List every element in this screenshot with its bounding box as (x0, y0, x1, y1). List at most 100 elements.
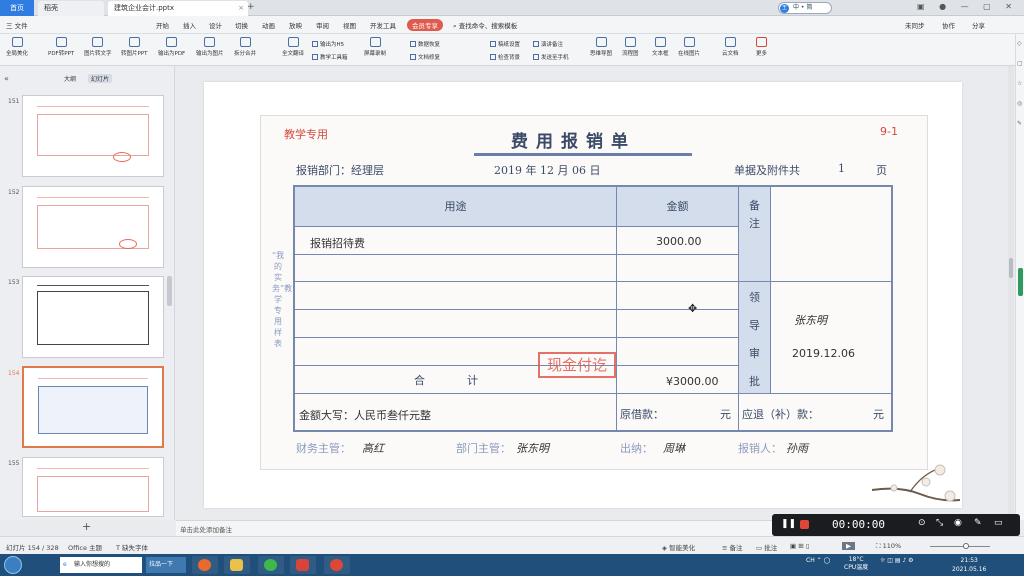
paper-setup-label: 稿纸设置 (498, 42, 521, 48)
menu-member[interactable]: 会员专享 (407, 19, 443, 31)
add-slide-button[interactable]: + (82, 520, 91, 533)
global-beautify-button[interactable]: 全局美化 (6, 37, 28, 57)
split-merge-button[interactable]: 拆分合并 (234, 37, 256, 57)
note-cell (771, 187, 891, 282)
refund-unit: 元 (873, 408, 884, 421)
online-image-button[interactable]: 在线图片 (678, 37, 700, 57)
canvas-scrollbar[interactable] (1008, 66, 1014, 520)
thumbnail-scrollbar[interactable] (167, 276, 172, 306)
taskbar-recorder[interactable] (324, 556, 350, 574)
taskbar-wps[interactable] (290, 556, 316, 574)
close-icon[interactable]: × (238, 1, 244, 16)
menu-transition[interactable]: 切换 (235, 20, 248, 30)
taskbar-search[interactable]: e 输入你想搜的 (60, 557, 142, 573)
slide-thumbnail[interactable] (22, 95, 164, 177)
teaching-tag: 教学专用 (284, 128, 328, 141)
menu-insert[interactable]: 插入 (183, 20, 196, 30)
translate-button[interactable]: 全文翻译 (282, 37, 304, 57)
slide-thumbnail[interactable] (22, 457, 164, 517)
sidebar-green-tab[interactable] (1018, 268, 1023, 296)
send-phone-button[interactable]: 发送至手机 (533, 53, 569, 61)
comment-button[interactable]: ≡ 备注 (722, 542, 743, 552)
image-ppt-button[interactable]: 转图片PPT (121, 37, 148, 57)
scroll-thumb[interactable] (1009, 258, 1013, 278)
zoom-slider[interactable] (930, 546, 990, 547)
sidebar-tool-icon[interactable]: ◎ (1017, 100, 1022, 107)
zoom-slider-knob[interactable] (963, 543, 969, 549)
screen-record-button[interactable]: 屏幕录制 (364, 37, 386, 57)
cloud-doc-button[interactable]: 云文档 (722, 37, 739, 57)
start-button[interactable] (4, 556, 22, 574)
data-recovery-label: 数据恢复 (418, 42, 441, 48)
tab-outline[interactable]: 大纲 (64, 74, 76, 83)
tray-input-icons[interactable]: CH ⌃ ◯ (806, 557, 830, 564)
sidebar-tool-icon[interactable]: ☆ (1017, 80, 1022, 87)
header-amount: 金额 (617, 187, 739, 227)
fullscreen-icon[interactable]: ⤡ (936, 518, 943, 528)
play-button[interactable]: ▶ (842, 542, 855, 550)
mindmap-button[interactable]: 思维导图 (590, 37, 612, 57)
menu-sync[interactable]: 未同步 (905, 20, 925, 30)
sidebar-tool-icon[interactable]: ◇ (1017, 40, 1022, 47)
menu-design[interactable]: 设计 (209, 20, 222, 30)
pdf-to-ppt-button[interactable]: PDF转PPT (48, 37, 74, 57)
view-mode-buttons[interactable]: ▣ ⊞ ▯ (790, 542, 809, 550)
tray-system-icons[interactable]: ☼ ◫ ▤ ♪ ⚙ (880, 557, 914, 564)
paper-setup-button[interactable]: 稿纸设置 (490, 40, 520, 48)
new-tab-button[interactable]: + (247, 2, 255, 12)
camera-icon[interactable]: ◉ (954, 518, 962, 528)
region-icon[interactable]: ⊙ (918, 518, 926, 528)
tab-docer[interactable]: 稻壳 (38, 1, 104, 16)
teaching-tools-button[interactable]: 教学工具箱 (312, 53, 348, 61)
menu-file[interactable]: 三 文件 (6, 20, 28, 30)
menu-developer[interactable]: 开发工具 (370, 20, 396, 30)
menu-slideshow[interactable]: 放映 (289, 20, 302, 30)
taskbar-explorer[interactable] (224, 556, 250, 574)
menu-collab[interactable]: 协作 (942, 20, 955, 30)
export-h5-button[interactable]: 输出为H5 (312, 40, 344, 48)
image-to-text-button[interactable]: 图片转文字 (84, 37, 112, 57)
menu-review[interactable]: 审阅 (316, 20, 329, 30)
taskbar-task-button[interactable]: 拉品一下 (146, 557, 186, 573)
pause-icon[interactable]: ❚❚ (781, 519, 796, 529)
tab-slides[interactable]: 幻灯片 (88, 74, 113, 83)
collapse-panel-icon[interactable]: « (4, 74, 9, 83)
header-approve: 领导审批 (739, 282, 771, 394)
more-button[interactable]: 更多 (756, 37, 767, 57)
pen-icon[interactable]: ✎ (974, 518, 982, 528)
slide-thumbnail[interactable] (22, 186, 164, 268)
tab-home[interactable]: 首页 (0, 0, 34, 16)
taskbar-clock[interactable]: 21:53 2021.05.16 (952, 556, 986, 574)
menu-start[interactable]: 开始 (156, 20, 169, 30)
export-pdf-button[interactable]: 输出为PDF (158, 37, 185, 57)
slide-thumbnail-selected[interactable] (22, 366, 164, 448)
stop-record-button[interactable] (800, 520, 809, 529)
smart-beautify-button[interactable]: ◈ 智能美化 (662, 542, 695, 552)
tab-document[interactable]: 建筑企业会计.pptx × (108, 1, 248, 16)
annotate-button[interactable]: ▭ 批注 (756, 542, 777, 552)
input-method-badge[interactable]: 王中 • 简 (778, 2, 832, 14)
taskbar-wechat[interactable] (258, 556, 284, 574)
missing-font-button[interactable]: T 缺失字体 (116, 542, 148, 552)
menu-share[interactable]: 分享 (972, 20, 985, 30)
flowchart-button[interactable]: 流程图 (622, 37, 639, 57)
export-image-button[interactable]: 输出为图片 (196, 37, 224, 57)
search-input[interactable]: ⌕ 查找命令、搜索模板 (453, 20, 517, 31)
zoom-level[interactable]: ⛶ 110% (876, 542, 901, 551)
menu-animation[interactable]: 动画 (262, 20, 275, 30)
sidebar-tool-icon[interactable]: ▢ (1017, 60, 1023, 67)
check-bg-button[interactable]: 检查背景 (490, 53, 520, 61)
taskbar-firefox[interactable] (192, 556, 218, 574)
attach-label: 单据及附件共 (734, 164, 800, 177)
data-recovery-button[interactable]: 数据恢复 (410, 40, 440, 48)
speaker-notes-button[interactable]: 演讲备注 (533, 40, 563, 48)
menu-view[interactable]: 视图 (343, 20, 356, 30)
slide-thumbnail[interactable] (22, 276, 164, 358)
doc-repair-button[interactable]: 文档修复 (410, 53, 440, 61)
cloud-icon (724, 37, 736, 47)
export-pdf-label: 输出为PDF (158, 51, 186, 57)
window-controls[interactable]: ▣ ● — ▢ ✕ (917, 2, 1018, 11)
minimize-window-icon[interactable]: ▭ (994, 518, 1003, 528)
textbox-button[interactable]: 文本框 (652, 37, 669, 57)
sidebar-tool-icon[interactable]: ✎ (1017, 120, 1022, 127)
